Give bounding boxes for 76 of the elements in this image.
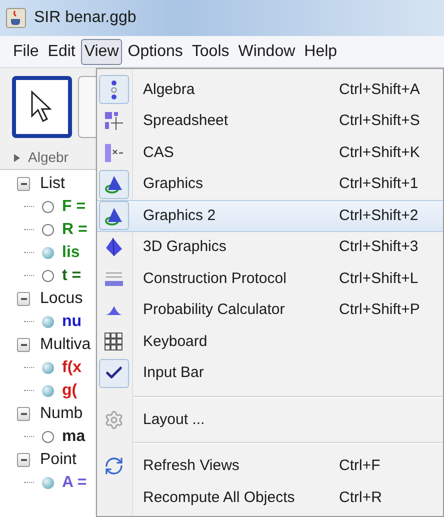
cas-icon	[104, 142, 124, 163]
collapse-toggle-icon[interactable]	[17, 452, 30, 466]
gear-icon	[104, 410, 124, 430]
object-label: R =	[62, 220, 88, 240]
menu-entry-label: Probability Calculator	[143, 300, 286, 320]
expand-arrow-icon[interactable]	[14, 154, 20, 162]
shortcut-text: Ctrl+Shift+S	[339, 111, 420, 131]
menu-entry[interactable]: Recompute All Objects Ctrl+R	[97, 482, 443, 514]
menu-entry-label: Graphics	[143, 174, 204, 194]
menu-entry-label: CAS	[143, 142, 175, 162]
menu-entry-label: Keyboard	[143, 332, 208, 352]
window-title: SIR benar.ggb	[34, 8, 136, 28]
menu-entry[interactable]: CAS Ctrl+Shift+K	[97, 137, 443, 168]
collapse-toggle-icon[interactable]	[17, 406, 30, 420]
object-label: g(	[62, 380, 78, 400]
menu-entry[interactable]: Construction Protocol Ctrl+Shift+L	[97, 263, 443, 294]
panel-title: Algebr	[28, 148, 68, 167]
triangle-icon	[104, 206, 124, 226]
shortcut-text: Ctrl+Shift+1	[339, 174, 418, 194]
menu-entry-label: 3D Graphics	[143, 237, 228, 257]
menu-entry-label: Spreadsheet	[143, 111, 230, 131]
object-label: f(x	[62, 358, 82, 378]
refresh-icon	[104, 456, 124, 476]
collapse-toggle-icon[interactable]	[17, 338, 30, 352]
menu-entry-label: Graphics 2	[143, 206, 217, 226]
menu-entry-label: Input Bar	[143, 363, 205, 383]
menu-entry[interactable]: Refresh Views Ctrl+F	[97, 450, 443, 482]
group-label: Multiva	[40, 334, 91, 354]
triangle-icon	[104, 174, 124, 194]
shortcut-text: Ctrl+Shift+A	[339, 80, 420, 100]
menu-entry[interactable]: Input Bar	[97, 358, 443, 389]
menu-entry-label: Layout ...	[143, 410, 206, 430]
object-label: ma	[62, 426, 86, 446]
menu-entry-label: Algebra	[143, 80, 196, 100]
polyhedron-icon	[104, 237, 124, 258]
keyboard-icon	[104, 332, 124, 352]
menu-item[interactable]: Window	[235, 38, 298, 64]
menu-entry[interactable]: Graphics Ctrl+Shift+1	[97, 168, 443, 200]
collapse-toggle-icon[interactable]	[17, 176, 30, 190]
shortcut-text: Ctrl+Shift+L	[339, 268, 418, 288]
menu-entry[interactable]: Algebra Ctrl+Shift+A	[97, 74, 443, 106]
pointer-icon	[29, 90, 55, 124]
shortcut-text: Ctrl+Shift+P	[339, 300, 420, 320]
menu-entry[interactable]: Spreadsheet Ctrl+Shift+S	[97, 106, 443, 137]
menu-item[interactable]: Options	[124, 38, 186, 64]
group-label: List	[40, 174, 65, 194]
shortcut-text: Ctrl+Shift+K	[339, 142, 420, 162]
group-label: Numb	[40, 404, 83, 424]
shortcut-text: Ctrl+Shift+2	[339, 206, 418, 226]
shortcut-text: Ctrl+R	[339, 488, 382, 508]
object-label: lis	[62, 242, 80, 262]
menu-item[interactable]: View	[81, 38, 122, 64]
object-label: t =	[62, 266, 82, 286]
menu-entry-label: Construction Protocol	[143, 268, 288, 288]
menu-entry[interactable]: Keyboard	[97, 326, 443, 358]
menu-item[interactable]: File	[10, 38, 42, 64]
menu-entry[interactable]: Probability Calculator Ctrl+Shift+P	[97, 294, 443, 326]
menu-entry[interactable]: Graphics 2 Ctrl+Shift+2	[97, 200, 443, 232]
menu-entry-label: Recompute All Objects	[143, 488, 296, 508]
menu-entry[interactable]: 3D Graphics Ctrl+Shift+3	[97, 232, 443, 263]
group-label: Locus	[40, 288, 83, 308]
spreadsheet-icon	[104, 111, 124, 132]
menu-item[interactable]: Help	[301, 38, 340, 64]
menu-item[interactable]: Edit	[44, 38, 78, 64]
cup-icon	[6, 8, 26, 28]
shortcut-text: Ctrl+F	[339, 456, 380, 476]
group-label: Point	[40, 450, 76, 470]
menu-entry-label: Refresh Views	[143, 456, 240, 476]
shortcut-text: Ctrl+Shift+3	[339, 237, 418, 257]
menu-entry[interactable]: Layout ...	[97, 404, 443, 436]
object-label: nu	[62, 312, 82, 332]
collapse-toggle-icon[interactable]	[17, 292, 30, 306]
menu-item[interactable]: Tools	[188, 38, 232, 64]
object-label: A =	[62, 472, 87, 492]
object-label: F =	[62, 196, 86, 216]
tool-button[interactable]	[12, 76, 72, 138]
